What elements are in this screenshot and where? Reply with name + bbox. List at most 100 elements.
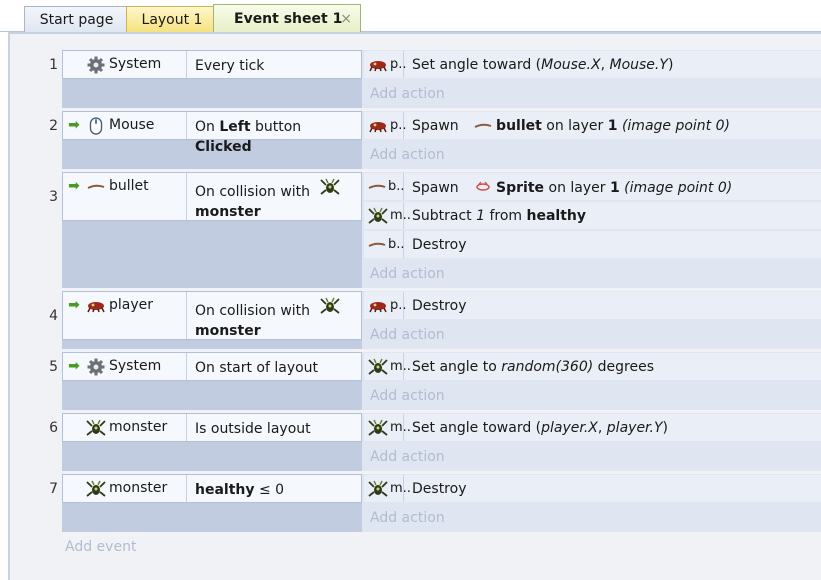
condition-object[interactable]: ➡ System xyxy=(63,353,187,380)
object-name: System xyxy=(109,358,162,374)
condition-text[interactable]: Every tick xyxy=(187,51,361,78)
add-action-link[interactable]: Add action xyxy=(370,266,445,282)
object-name: bullet xyxy=(109,178,149,194)
player-sprite-icon xyxy=(368,117,388,135)
tab-label: Layout 1 xyxy=(141,11,203,28)
condition-object[interactable]: System xyxy=(63,51,187,78)
tab-layout-1[interactable]: Layout 1 xyxy=(126,6,218,32)
event-number: 6 xyxy=(49,420,58,436)
condition-text[interactable]: On collision with monster xyxy=(187,292,361,339)
sprite-icon xyxy=(472,177,494,195)
trigger-arrow-icon: ➡ xyxy=(68,178,80,194)
event-number: 3 xyxy=(49,189,58,205)
trigger-arrow-icon: ➡ xyxy=(68,117,80,133)
action-text[interactable]: Set angle to random(360) degrees xyxy=(404,359,654,375)
action-text[interactable]: Destroy xyxy=(404,481,466,497)
action-row[interactable]: m.. Subtract 1 from healthy xyxy=(364,202,821,229)
condition-block[interactable]: monster healthy ≤ 0 xyxy=(62,474,362,503)
object-name: monster xyxy=(109,419,168,435)
event-number: 4 xyxy=(49,308,58,324)
event-number: 2 xyxy=(49,118,58,134)
add-action-link[interactable]: Add action xyxy=(370,86,445,102)
condition-text[interactable]: healthy ≤ 0 xyxy=(187,475,361,502)
monster-icon xyxy=(368,358,388,376)
gear-icon xyxy=(85,358,107,376)
action-object[interactable]: m.. xyxy=(364,475,411,502)
monster-icon xyxy=(368,419,388,437)
action-text[interactable]: Spawn bullet on layer 1 (image point 0) xyxy=(404,117,730,135)
add-action-link[interactable]: Add action xyxy=(370,449,445,465)
close-tab-icon[interactable]: × xyxy=(340,11,352,27)
action-text[interactable]: Spawn Sprite on layer 1 (image point 0) xyxy=(404,177,732,196)
condition-object[interactable]: ➡ Mouse xyxy=(63,112,187,139)
condition-block[interactable]: ➡ bullet On collision with monster xyxy=(62,172,362,221)
action-row[interactable]: m.. Set angle toward (player.X, player.Y… xyxy=(364,414,821,441)
monster-icon xyxy=(85,480,107,498)
monster-icon xyxy=(319,297,341,315)
action-row[interactable]: p.. Set angle toward (Mouse.X, Mouse.Y) xyxy=(364,51,821,78)
monster-icon xyxy=(368,480,388,498)
action-row[interactable]: p.. Spawn bullet on layer 1 (image point… xyxy=(364,112,821,139)
action-object[interactable]: p.. xyxy=(364,112,407,139)
action-text[interactable]: Set angle toward (player.X, player.Y) xyxy=(404,420,668,436)
action-text[interactable]: Subtract 1 from healthy xyxy=(404,208,586,224)
tab-label: Start page xyxy=(39,11,114,28)
action-object[interactable]: m.. xyxy=(364,414,411,441)
bullet-icon xyxy=(472,117,494,135)
mouse-icon xyxy=(85,117,107,135)
condition-text[interactable]: On Left button Clicked xyxy=(187,112,361,155)
action-text[interactable]: Destroy xyxy=(404,237,466,253)
tab-bar: Start page Layout 1 Event sheet 1 × xyxy=(0,0,821,33)
condition-text[interactable]: On collision with monster xyxy=(187,173,361,220)
trigger-arrow-icon: ➡ xyxy=(68,297,80,313)
monster-icon xyxy=(319,178,341,196)
event-number: 5 xyxy=(49,359,58,375)
tab-event-sheet-1[interactable]: Event sheet 1 × xyxy=(213,4,361,33)
object-name: Mouse xyxy=(109,117,155,133)
object-name: player xyxy=(109,297,154,313)
bullet-icon xyxy=(85,178,107,196)
action-row[interactable]: m.. Set angle to random(360) degrees xyxy=(364,353,821,380)
condition-block[interactable]: System Every tick xyxy=(62,50,362,79)
condition-text[interactable]: On start of layout xyxy=(187,353,361,380)
add-event-link[interactable]: Add event xyxy=(65,539,136,555)
bullet-icon xyxy=(368,236,386,254)
monster-icon xyxy=(368,207,388,225)
gear-icon xyxy=(85,56,107,74)
action-object[interactable]: m.. xyxy=(364,353,411,380)
trigger-arrow-icon: ➡ xyxy=(68,358,80,374)
action-row[interactable]: b.. Destroy xyxy=(364,231,821,258)
condition-block[interactable]: monster Is outside layout xyxy=(62,413,362,442)
condition-text[interactable]: Is outside layout xyxy=(187,414,361,441)
condition-object[interactable]: ➡ player xyxy=(63,292,187,339)
event-number: 7 xyxy=(49,481,58,497)
player-sprite-icon xyxy=(85,297,107,315)
add-action-link[interactable]: Add action xyxy=(370,388,445,404)
condition-object[interactable]: monster xyxy=(63,414,187,441)
action-object[interactable]: m.. xyxy=(364,202,411,229)
tab-start-page[interactable]: Start page xyxy=(24,6,129,32)
condition-object[interactable]: monster xyxy=(63,475,187,502)
action-row[interactable]: b.. Spawn Sprite on layer 1 (image point… xyxy=(364,173,821,200)
action-object[interactable]: p.. xyxy=(364,292,407,319)
add-action-link[interactable]: Add action xyxy=(370,147,445,163)
condition-block[interactable]: ➡ System On start of layout xyxy=(62,352,362,381)
add-action-link[interactable]: Add action xyxy=(370,327,445,343)
monster-icon xyxy=(85,419,107,437)
action-object[interactable]: p.. xyxy=(364,51,407,78)
event-number: 1 xyxy=(49,57,58,73)
player-sprite-icon xyxy=(368,56,388,74)
action-object[interactable]: b.. xyxy=(364,173,405,200)
condition-block[interactable]: ➡ player On collision with monster xyxy=(62,291,362,340)
action-row[interactable]: p.. Destroy xyxy=(364,292,821,319)
action-row[interactable]: m.. Destroy xyxy=(364,475,821,502)
action-object[interactable]: b.. xyxy=(364,231,405,258)
object-name: monster xyxy=(109,480,168,496)
action-text[interactable]: Set angle toward (Mouse.X, Mouse.Y) xyxy=(404,57,673,73)
condition-block[interactable]: ➡ Mouse On Left button Clicked xyxy=(62,111,362,155)
add-action-link[interactable]: Add action xyxy=(370,510,445,526)
object-name: System xyxy=(109,56,162,72)
condition-object[interactable]: ➡ bullet xyxy=(63,173,187,220)
action-text[interactable]: Destroy xyxy=(404,298,466,314)
tab-label: Event sheet 1 xyxy=(234,11,343,27)
